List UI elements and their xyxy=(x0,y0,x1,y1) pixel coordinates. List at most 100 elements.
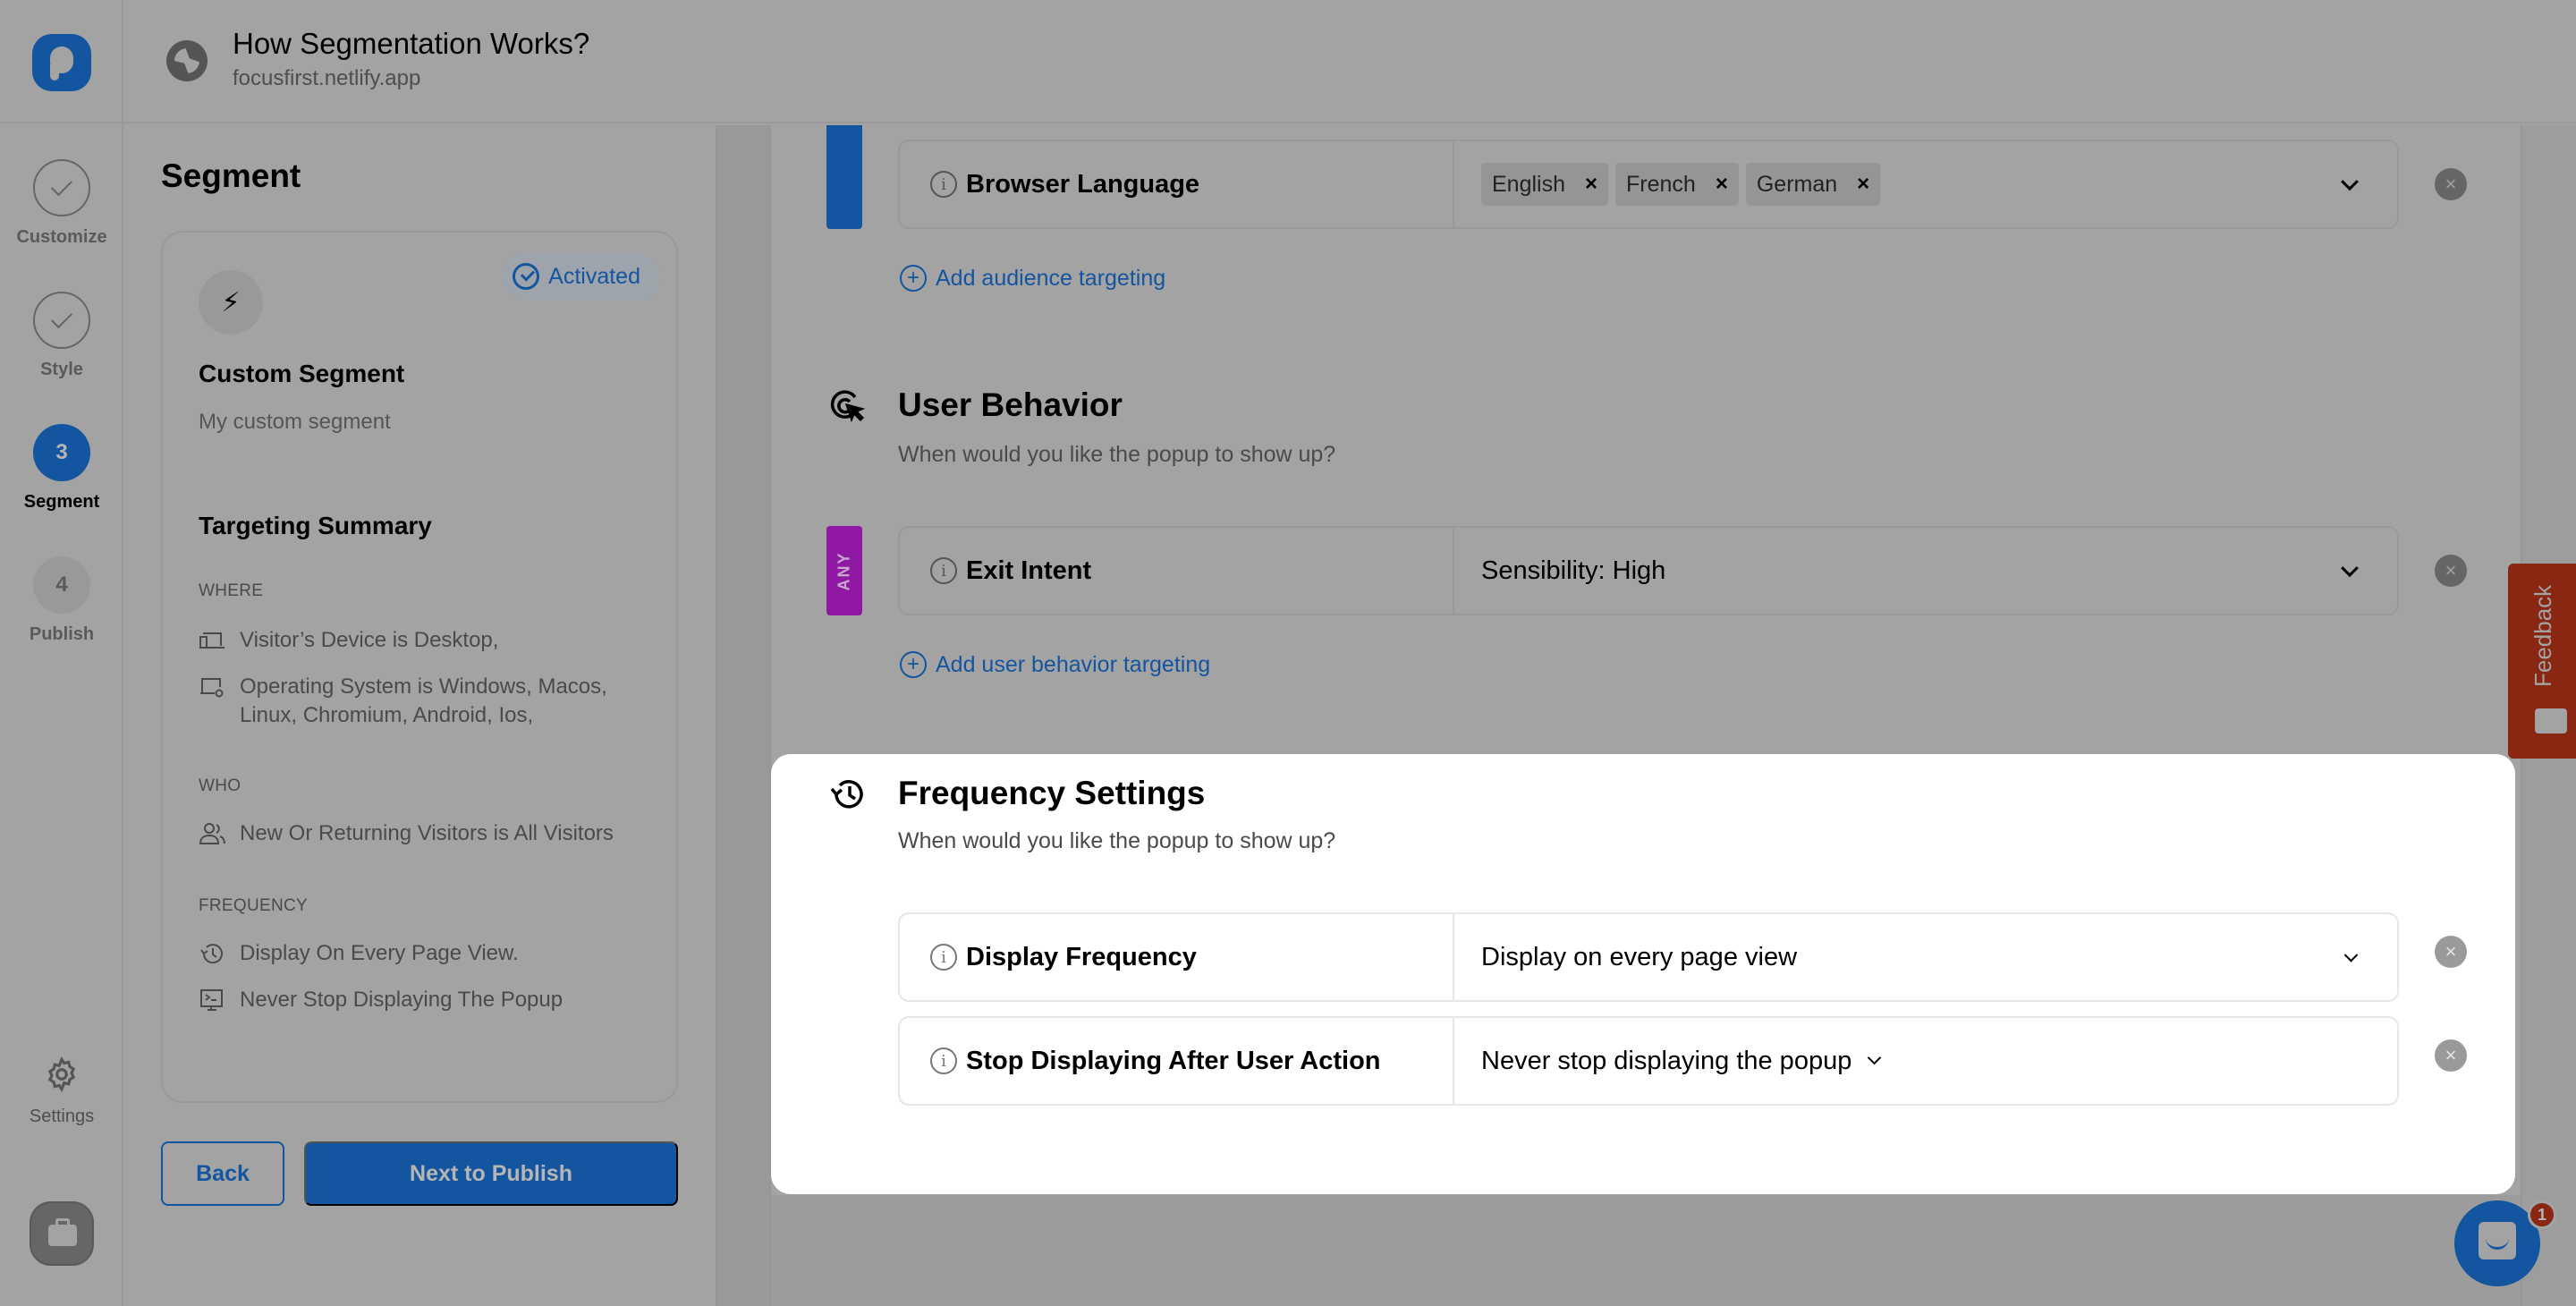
chip-label: English xyxy=(1492,171,1565,197)
step-number: 3 xyxy=(33,424,90,481)
remove-rule-button[interactable]: × xyxy=(2435,555,2467,587)
status-badge: Activated xyxy=(502,252,660,301)
settings-button[interactable]: Settings xyxy=(0,1056,123,1127)
operator-label: ANY xyxy=(835,550,853,591)
history-icon xyxy=(200,944,223,964)
rule-stop-displaying: i Stop Displaying After User Action Neve… xyxy=(898,1016,2399,1106)
info-icon[interactable]: i xyxy=(930,1047,957,1074)
any-operator-tag[interactable]: ANY xyxy=(826,526,862,615)
rule-label-cell: i Display Frequency xyxy=(900,914,1454,1000)
step-customize[interactable]: Customize xyxy=(0,159,123,248)
language-select[interactable]: English × French × German × xyxy=(1454,141,2397,227)
chip-german: German × xyxy=(1745,163,1881,206)
rule-label-cell: i Exit Intent xyxy=(900,528,1454,614)
chevron-down-icon[interactable] xyxy=(2341,173,2359,191)
summary-item: Operating System is Windows, Macos, Linu… xyxy=(199,673,655,730)
terminal-monitor-icon xyxy=(200,989,223,1011)
next-to-publish-button[interactable]: Next to Publish xyxy=(304,1141,678,1206)
site-url: focusfirst.netlify.app xyxy=(233,66,421,90)
step-label: Publish xyxy=(29,624,95,644)
settings-label: Settings xyxy=(29,1107,95,1126)
rule-label: Exit Intent xyxy=(966,555,1092,585)
rule-group-bar xyxy=(826,125,862,229)
step-rail: Customize Style 3 Segment 4 Publish Sett… xyxy=(0,123,123,1306)
segment-description: My custom segment xyxy=(199,410,391,434)
app-logo[interactable] xyxy=(32,34,91,91)
segment-card[interactable]: ⚡︎ Activated Custom Segment My custom se… xyxy=(161,231,678,1103)
step-segment[interactable]: 3 Segment xyxy=(0,424,123,513)
rule-label: Browser Language xyxy=(966,169,1200,199)
smiley-chat-icon xyxy=(2535,708,2567,734)
rule-label-cell: i Stop Displaying After User Action xyxy=(900,1018,1454,1104)
step-number: 4 xyxy=(33,556,90,614)
back-button[interactable]: Back xyxy=(161,1141,284,1206)
remove-rule-button[interactable]: × xyxy=(2435,1039,2467,1072)
segment-panel: Segment ⚡︎ Activated Custom Segment My c… xyxy=(125,125,716,1306)
app-header: How Segmentation Works? focusfirst.netli… xyxy=(0,0,2576,123)
section-subtitle: When would you like the popup to show up… xyxy=(898,442,1336,467)
select-value: Sensibility: High xyxy=(1481,555,1666,585)
summary-text: Display On Every Page View. xyxy=(240,941,519,965)
step-label: Style xyxy=(40,360,83,379)
remove-rule-button[interactable]: × xyxy=(2435,168,2467,200)
remove-rule-button[interactable]: × xyxy=(2435,936,2467,968)
remove-chip-icon[interactable]: × xyxy=(1857,172,1869,197)
check-icon xyxy=(33,159,90,216)
sensibility-select[interactable]: Sensibility: High xyxy=(1454,528,2397,614)
section-subtitle: When would you like the popup to show up… xyxy=(898,828,1336,853)
summary-item: Display On Every Page View. xyxy=(199,939,655,968)
rule-label: Stop Displaying After User Action xyxy=(966,1046,1381,1075)
check-circle-icon xyxy=(513,263,540,290)
chat-bubble-icon xyxy=(2479,1222,2516,1259)
remove-chip-icon[interactable]: × xyxy=(1585,172,1597,197)
gear-icon xyxy=(47,1056,76,1092)
os-settings-icon xyxy=(200,678,224,698)
feedback-label: Feedback xyxy=(2529,584,2556,687)
chevron-down-icon[interactable] xyxy=(2343,948,2359,963)
briefcase-button[interactable] xyxy=(30,1201,94,1266)
segment-name: Custom Segment xyxy=(199,360,405,387)
logo-area xyxy=(0,0,123,123)
summary-item: Visitor’s Device is Desktop, xyxy=(199,626,655,655)
status-text: Activated xyxy=(548,263,640,289)
info-icon[interactable]: i xyxy=(930,171,957,198)
info-icon[interactable]: i xyxy=(930,944,957,971)
add-audience-targeting-link[interactable]: + Add audience targeting xyxy=(900,265,1165,292)
section-title: User Behavior xyxy=(898,386,1123,423)
chip-english: English × xyxy=(1481,163,1609,206)
panel-title: Segment xyxy=(161,157,301,194)
summary-item: Never Stop Displaying The Popup xyxy=(199,986,655,1014)
rule-browser-language: i Browser Language English × French × Germ… xyxy=(898,140,2399,229)
history-icon xyxy=(830,780,863,809)
display-frequency-select[interactable]: Display on every page view xyxy=(1454,914,2397,1000)
info-icon[interactable]: i xyxy=(930,557,957,584)
section-heading-who: WHO xyxy=(199,776,242,795)
users-icon xyxy=(199,823,225,844)
step-publish[interactable]: 4 Publish xyxy=(0,556,123,645)
step-style[interactable]: Style xyxy=(0,292,123,380)
chip-label: French xyxy=(1626,171,1696,197)
select-value: Never stop displaying the popup xyxy=(1481,1046,1852,1075)
cursor-click-icon xyxy=(830,390,866,423)
chevron-down-icon[interactable] xyxy=(1868,1050,1882,1064)
add-user-behavior-targeting-link[interactable]: + Add user behavior targeting xyxy=(900,651,1210,678)
step-label: Customize xyxy=(16,227,107,247)
section-heading-where: WHERE xyxy=(199,581,264,600)
bottom-gutter xyxy=(771,1195,2521,1306)
link-label: Add audience targeting xyxy=(936,265,1166,291)
targeting-summary-title: Targeting Summary xyxy=(199,512,432,539)
globe-icon xyxy=(166,40,208,81)
feedback-tab[interactable]: Feedback xyxy=(2508,564,2576,759)
rule-exit-intent: i Exit Intent Sensibility: High xyxy=(898,526,2399,615)
chip-french: French × xyxy=(1615,163,1739,206)
chip-label: German xyxy=(1756,171,1838,197)
stop-displaying-select[interactable]: Never stop displaying the popup xyxy=(1454,1018,2397,1104)
notification-badge: 1 xyxy=(2528,1200,2556,1229)
summary-text: Visitor’s Device is Desktop, xyxy=(240,628,499,652)
remove-chip-icon[interactable]: × xyxy=(1716,172,1728,197)
summary-text: New Or Returning Visitors is All Visitor… xyxy=(240,821,614,845)
devices-icon xyxy=(199,632,225,649)
rule-display-frequency: i Display Frequency Display on every pag… xyxy=(898,912,2399,1002)
panel-divider xyxy=(716,125,771,1306)
chevron-down-icon[interactable] xyxy=(2341,559,2359,578)
